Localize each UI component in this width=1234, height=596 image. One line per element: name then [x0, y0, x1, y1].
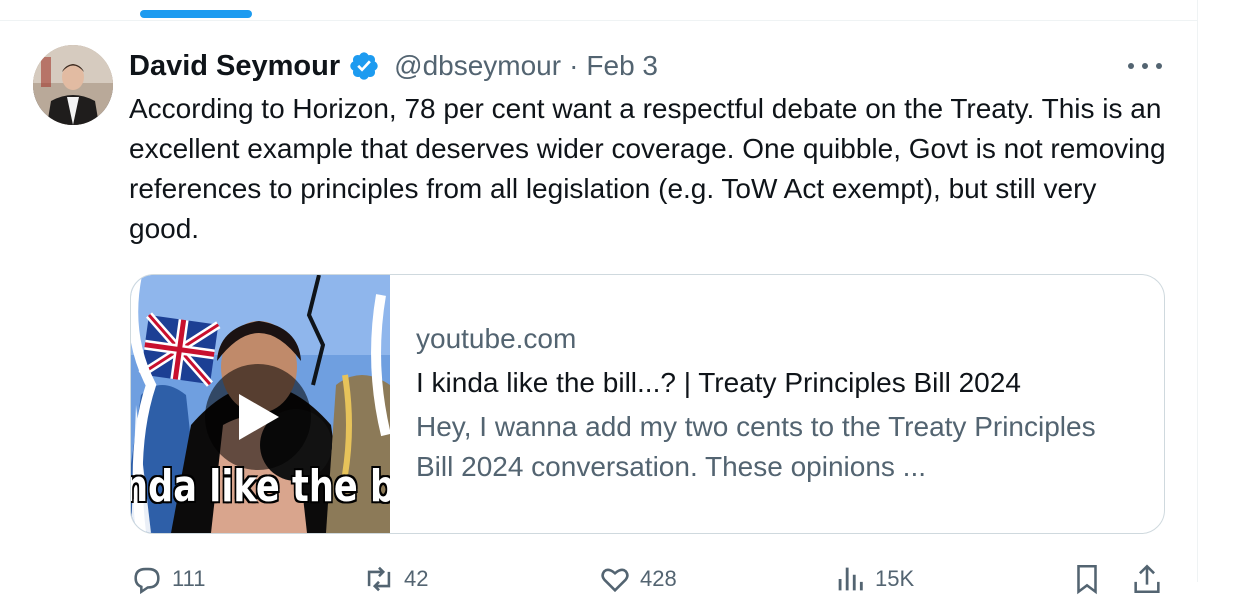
- share-icon: [1134, 564, 1160, 594]
- more-icon[interactable]: [1128, 55, 1162, 77]
- share-button[interactable]: [1130, 562, 1164, 596]
- card-info: youtube.com I kinda like the bill...? | …: [416, 319, 1136, 487]
- avatar[interactable]: [33, 45, 113, 125]
- separator-dot: ·: [569, 50, 579, 81]
- tweet-date[interactable]: Feb 3: [586, 50, 658, 82]
- views-count: 15K: [875, 566, 915, 591]
- card-description: Hey, I wanna add my two cents to the Tre…: [416, 411, 1096, 482]
- reply-icon: [134, 567, 160, 595]
- column-divider: [1197, 0, 1198, 582]
- views-button[interactable]: 15K: [833, 562, 914, 596]
- play-icon[interactable]: [205, 364, 311, 470]
- tweet-text: According to Horizon, 78 per cent want a…: [129, 93, 1166, 244]
- action-bar: 111 42 428 15K: [130, 562, 1170, 595]
- like-count: 428: [640, 566, 677, 591]
- avatar-photo: [33, 45, 113, 125]
- card-domain: youtube.com: [416, 323, 577, 354]
- verified-badge-icon[interactable]: [348, 50, 380, 82]
- author-handle[interactable]: @dbseymour: [394, 50, 561, 82]
- more-dot: [1128, 63, 1134, 69]
- like-icon: [601, 568, 629, 593]
- video-thumbnail[interactable]: nda like the bi: [131, 275, 390, 533]
- thumbnail-caption: nda like the bi: [131, 461, 390, 512]
- reply-count: 111: [172, 566, 206, 591]
- bookmark-button[interactable]: [1070, 562, 1104, 596]
- repost-button[interactable]: 42: [362, 562, 428, 596]
- tweet-header: David Seymour @dbseymour · Feb 3: [129, 46, 658, 86]
- author-name[interactable]: David Seymour: [129, 50, 340, 83]
- card-title[interactable]: I kinda like the bill...? | Treaty Princ…: [416, 363, 1136, 403]
- link-card[interactable]: nda like the bi youtube.com I kinda like…: [130, 274, 1165, 534]
- like-button[interactable]: 428: [598, 562, 677, 596]
- more-dot: [1156, 63, 1162, 69]
- views-icon: [838, 567, 863, 591]
- active-tab-indicator: [140, 10, 252, 18]
- more-dot: [1142, 63, 1148, 69]
- reply-button[interactable]: 111: [130, 562, 205, 596]
- bookmark-icon: [1077, 564, 1097, 595]
- repost-icon: [367, 566, 391, 592]
- repost-count: 42: [404, 566, 429, 591]
